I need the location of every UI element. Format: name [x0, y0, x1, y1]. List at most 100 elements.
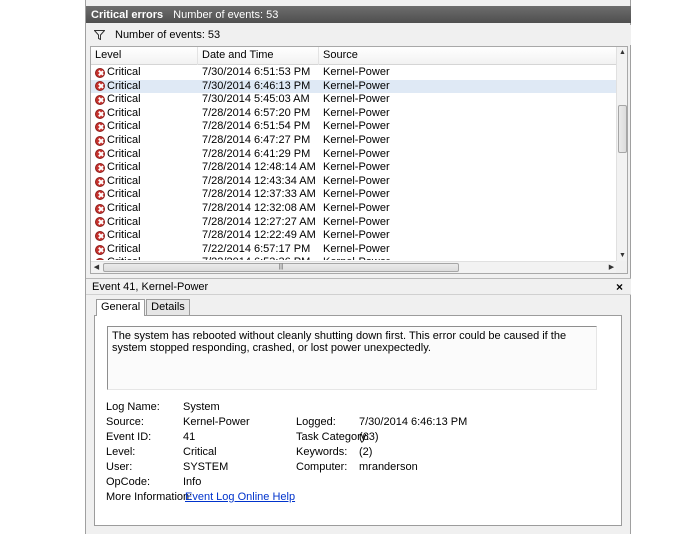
vertical-scroll-thumb[interactable] [618, 105, 627, 153]
table-row[interactable]: Critical 7/30/2014 6:46:13 PM Kernel-Power [91, 79, 617, 94]
more-info-label: More Information: [106, 491, 193, 503]
table-header: Level Date and Time Source [91, 47, 617, 65]
critical-error-icon [95, 244, 105, 255]
table-row[interactable]: Critical 7/30/2014 6:51:53 PM Kernel-Power [91, 66, 617, 80]
date-cell: 7/28/2014 12:48:14 AM [202, 161, 316, 174]
keywords-value: (2) [359, 446, 373, 458]
event-properties: Log Name: System Source: Kernel-Power Lo… [106, 401, 616, 511]
level-cell: Critical [95, 202, 141, 216]
filter-icon[interactable] [94, 30, 105, 40]
table-row[interactable]: Critical 7/28/2014 12:43:34 AM Kernel-Powe… [91, 175, 617, 189]
keywords-label: Keywords: [296, 446, 348, 458]
column-header-source[interactable]: Source [319, 47, 617, 65]
filter-event-count: Number of events: 53 [115, 29, 221, 41]
source-cell: Kernel-Power [323, 188, 390, 201]
level-cell: Critical [95, 107, 141, 121]
date-cell: 7/28/2014 6:47:27 PM [202, 133, 311, 146]
column-header-date[interactable]: Date and Time [198, 47, 319, 65]
source-cell: Kernel-Power [323, 201, 390, 214]
level-text: Critical [107, 201, 141, 214]
horizontal-scroll-thumb[interactable]: ||| [103, 263, 459, 272]
user-label: User: [106, 461, 133, 473]
table-row[interactable]: Critical 7/28/2014 12:37:33 AM Kernel-Powe… [91, 188, 617, 202]
table-row[interactable]: Critical 7/28/2014 6:51:54 PM Kernel-Power [91, 120, 617, 134]
event-log-online-help-link[interactable]: Event Log Online Help [185, 491, 295, 503]
level-cell: Critical [95, 80, 141, 94]
log-name-label: Log Name: [106, 401, 160, 413]
level-text: Critical [107, 174, 141, 187]
column-header-level[interactable]: Level [91, 47, 198, 65]
table-row[interactable]: Critical 7/22/2014 6:57:17 PM Kernel-Power [91, 243, 617, 257]
table-row[interactable]: Critical 7/28/2014 6:57:20 PM Kernel-Power [91, 107, 617, 121]
level-cell: Critical [95, 120, 141, 134]
critical-error-icon [95, 135, 105, 146]
date-cell: 7/28/2014 6:51:54 PM [202, 120, 311, 133]
event-description[interactable]: The system has rebooted without cleanly … [107, 326, 597, 390]
source-cell: Kernel-Power [323, 120, 390, 133]
opcode-value: Info [183, 476, 202, 488]
view-title: Critical errors [91, 8, 164, 21]
scroll-left-arrow-icon[interactable]: ◀ [91, 262, 102, 273]
level-text: Critical [107, 256, 141, 260]
critical-error-icon [95, 203, 105, 214]
events-table[interactable]: Level Date and Time Source Critical 7/30/… [90, 46, 628, 274]
date-cell: 7/28/2014 12:22:49 AM [202, 229, 316, 242]
source-cell: Kernel-Power [323, 133, 390, 146]
date-cell: 7/28/2014 6:41:29 PM [202, 147, 311, 160]
source-cell: Kernel-Power [323, 147, 390, 160]
level-text: Critical [107, 161, 141, 174]
level-cell: Critical [95, 229, 141, 243]
level-cell: Critical [95, 256, 141, 260]
level-text: Critical [107, 229, 141, 242]
computer-label: Computer: [296, 461, 348, 473]
table-row[interactable]: Critical 7/28/2014 6:47:27 PM Kernel-Power [91, 134, 617, 148]
source-cell: Kernel-Power [323, 256, 390, 260]
level-cell: Critical [95, 161, 141, 175]
date-cell: 7/28/2014 12:27:27 AM [202, 215, 316, 228]
scroll-up-arrow-icon[interactable]: ▲ [617, 47, 627, 58]
table-row[interactable]: Critical 7/28/2014 12:22:49 AM Kernel-Powe… [91, 229, 617, 243]
horizontal-scrollbar[interactable]: ◀ ||| ▶ [91, 261, 617, 273]
source-cell: Kernel-Power [323, 242, 390, 255]
level-text: Critical [107, 93, 141, 106]
table-row[interactable]: Critical 7/28/2014 12:27:27 AM Kernel-Powe… [91, 216, 617, 230]
logged-value: 7/30/2014 6:46:13 PM [359, 416, 468, 428]
source-cell: Kernel-Power [323, 106, 390, 119]
task-category-value: (63) [359, 431, 379, 443]
critical-error-icon [95, 122, 105, 133]
tab-details[interactable]: Details [146, 299, 190, 315]
table-body: Critical 7/30/2014 6:51:53 PM Kernel-Power… [91, 66, 617, 260]
critical-error-icon [95, 94, 105, 105]
date-cell: 7/28/2014 12:43:34 AM [202, 174, 316, 187]
filter-bar: Number of events: 53 [86, 25, 631, 45]
critical-error-icon [95, 81, 105, 92]
close-icon[interactable]: × [616, 279, 623, 295]
view-title-bar: Critical errors Number of events: 53 [86, 6, 631, 23]
detail-tabs: General Details [96, 299, 191, 316]
critical-error-icon [95, 108, 105, 119]
level-text: Critical [107, 215, 141, 228]
date-cell: 7/28/2014 6:57:20 PM [202, 106, 311, 119]
vertical-scrollbar[interactable]: ▲ ▼ [616, 47, 627, 261]
critical-error-icon [95, 67, 105, 78]
table-row[interactable]: Critical 7/28/2014 6:41:29 PM Kernel-Power [91, 148, 617, 162]
level-text: Critical [107, 79, 141, 92]
level-value: Critical [183, 446, 217, 458]
table-row[interactable]: Critical 7/28/2014 12:32:08 AM Kernel-Powe… [91, 202, 617, 216]
critical-error-icon [95, 190, 105, 201]
critical-error-icon [95, 162, 105, 173]
table-row[interactable]: Critical 7/28/2014 12:48:14 AM Kernel-Powe… [91, 161, 617, 175]
table-row[interactable]: Critical 7/22/2014 6:53:36 PM Kernel-Power [91, 256, 617, 260]
level-cell: Critical [95, 148, 141, 162]
general-panel: The system has rebooted without cleanly … [94, 315, 622, 526]
level-text: Critical [107, 133, 141, 146]
level-cell: Critical [95, 93, 141, 107]
scroll-down-arrow-icon[interactable]: ▼ [617, 250, 627, 261]
tab-general[interactable]: General [96, 299, 146, 316]
table-row[interactable]: Critical 7/30/2014 5:45:03 AM Kernel-Power [91, 93, 617, 107]
computer-value: mranderson [359, 461, 418, 473]
date-cell: 7/30/2014 6:51:53 PM [202, 66, 311, 78]
level-text: Critical [107, 120, 141, 133]
level-cell: Critical [95, 243, 141, 257]
date-cell: 7/30/2014 6:46:13 PM [202, 79, 311, 92]
